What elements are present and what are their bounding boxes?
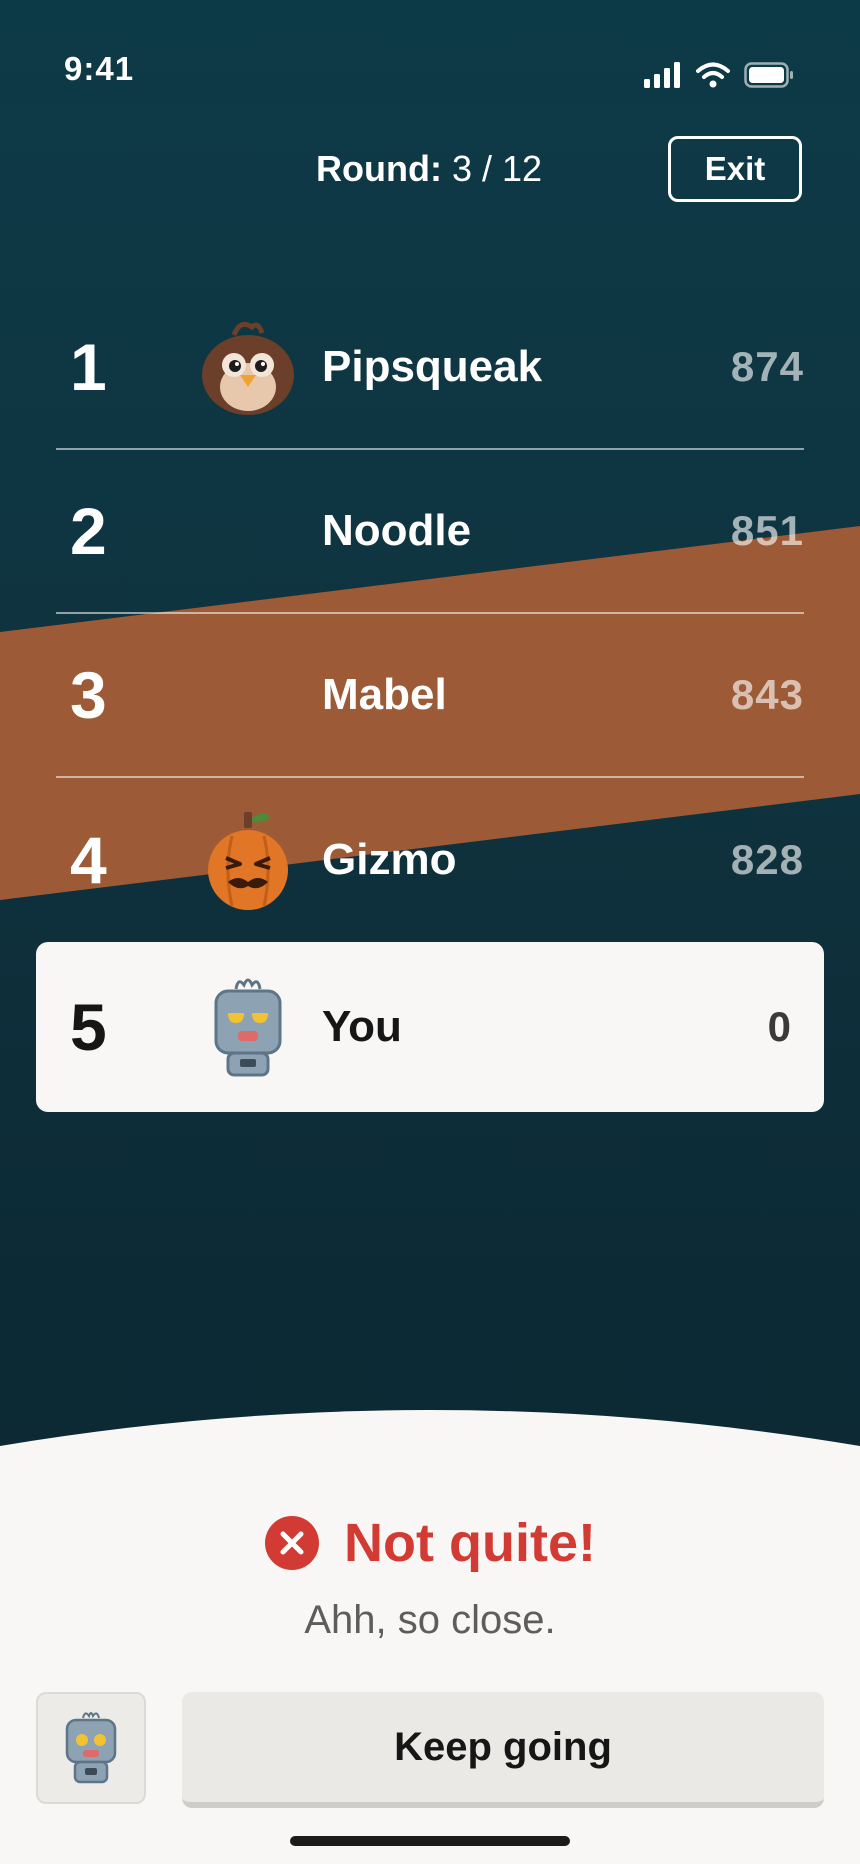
result-header: Not quite!	[0, 1512, 860, 1574]
leaderboard-row: 1 Pipsqueak 874	[56, 286, 804, 450]
close-circle-icon	[265, 1516, 320, 1570]
battery-icon	[744, 62, 793, 88]
player-score: 851	[730, 507, 804, 554]
leaderboard: 1 Pipsqueak 874 2 Noodle 851 3 Mabel 843…	[56, 286, 804, 942]
result-title: Not quite!	[344, 1513, 596, 1573]
status-bar: 9:41	[0, 0, 860, 140]
round-indicator: Round: 3 / 12	[316, 148, 542, 190]
round-label: Round:	[316, 148, 442, 189]
robot-icon	[65, 1712, 117, 1784]
player-score: 828	[730, 836, 804, 883]
rank-number: 4	[70, 823, 107, 897]
pumpkin-avatar-icon	[208, 812, 288, 910]
status-icons	[644, 62, 794, 88]
player-score: 0	[767, 1003, 792, 1050]
cellular-signal-icon	[644, 62, 680, 88]
rank-number: 2	[70, 494, 107, 568]
player-name: Gizmo	[322, 835, 457, 884]
keep-going-button[interactable]: Keep going	[182, 1692, 824, 1808]
round-value: 3 / 12	[451, 148, 543, 189]
home-indicator[interactable]	[290, 1836, 570, 1846]
result-subtitle: Ahh, so close.	[304, 1598, 556, 1642]
mascot-button[interactable]	[36, 1692, 146, 1804]
player-name: Pipsqueak	[322, 342, 543, 391]
leaderboard-row: 3 Mabel 843	[56, 614, 804, 778]
current-player-row: 5 You 0	[36, 942, 824, 1112]
wifi-icon	[696, 62, 730, 88]
leaderboard-row: 2 Noodle 851	[56, 450, 804, 614]
player-name: Noodle	[322, 506, 472, 555]
player-name: Mabel	[322, 670, 447, 719]
owl-avatar-icon	[202, 321, 294, 415]
rank-number: 1	[70, 330, 107, 404]
exit-button[interactable]: Exit	[668, 136, 802, 202]
player-score: 874	[730, 343, 804, 390]
rank-number: 5	[70, 990, 107, 1064]
player-name: You	[322, 1002, 402, 1051]
robot-avatar-icon	[214, 978, 282, 1077]
status-time: 9:41	[64, 50, 135, 87]
rank-number: 3	[70, 658, 107, 732]
player-score: 843	[730, 671, 804, 718]
leaderboard-row: 4 Gizmo 828	[56, 778, 804, 942]
